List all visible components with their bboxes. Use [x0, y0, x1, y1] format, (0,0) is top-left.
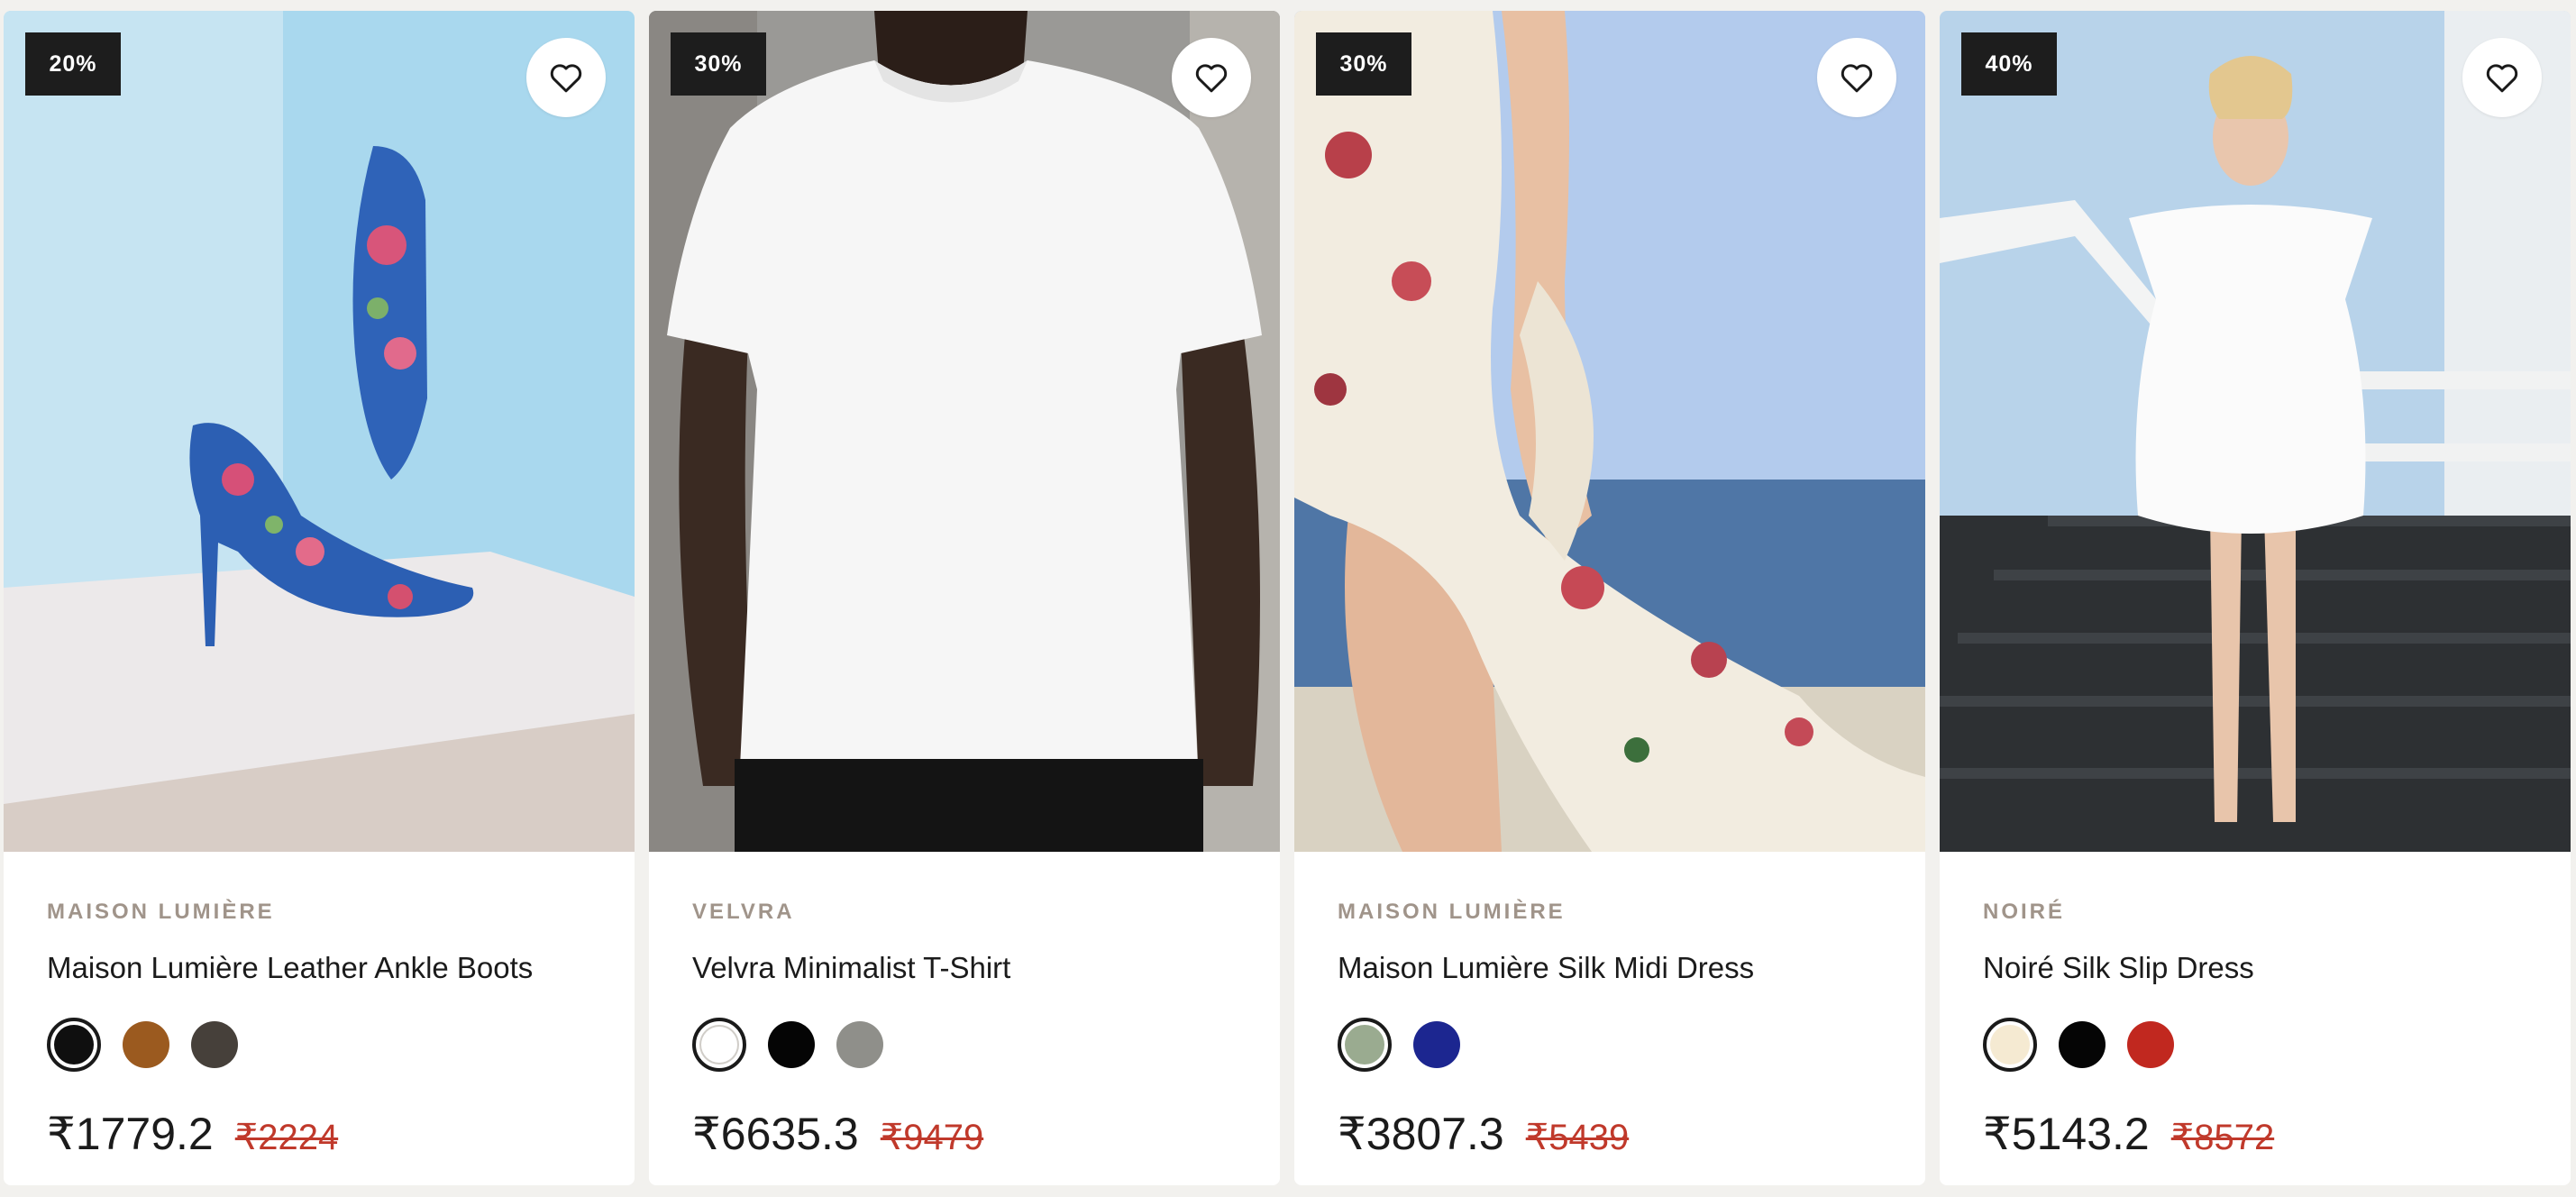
- product-photo-floral-dress: [1294, 11, 1925, 852]
- wishlist-button[interactable]: [2462, 38, 2542, 117]
- original-price: ₹5439: [1525, 1118, 1630, 1157]
- product-card[interactable]: 30% MAISON LUMIÈRE Maison Lumière Silk M…: [1294, 11, 1925, 1185]
- product-name[interactable]: Velvra Minimalist T-Shirt: [692, 949, 1237, 987]
- color-swatch[interactable]: [1983, 1018, 2037, 1072]
- heart-outline-icon: [550, 64, 582, 93]
- color-swatches: [1338, 1018, 1882, 1072]
- sale-price: ₹6635.3: [692, 1109, 859, 1159]
- heart-outline-icon: [2486, 64, 2518, 93]
- color-swatch[interactable]: [768, 1021, 815, 1068]
- brand-name: NOIRÉ: [1983, 900, 2066, 924]
- wishlist-button[interactable]: [1172, 38, 1251, 117]
- product-image[interactable]: 20%: [4, 11, 635, 852]
- original-price: ₹9479: [880, 1118, 984, 1157]
- product-card[interactable]: 20% MAISON LUMIÈRE Maison Lumière Leathe…: [4, 11, 635, 1185]
- wishlist-button[interactable]: [526, 38, 606, 117]
- product-name[interactable]: Maison Lumière Silk Midi Dress: [1338, 949, 1882, 987]
- heart-outline-icon: [1195, 64, 1228, 93]
- product-photo-heels: [4, 11, 635, 852]
- product-info: MAISON LUMIÈRE Maison Lumière Silk Midi …: [1294, 852, 1925, 1160]
- color-swatches: [1983, 1018, 2527, 1072]
- product-name[interactable]: Noiré Silk Slip Dress: [1983, 949, 2527, 987]
- product-card[interactable]: 30% VELVRA Velvra Minimalist T-Shirt ₹66…: [649, 11, 1280, 1185]
- price-row: ₹5143.2 ₹8572: [1983, 1108, 2527, 1160]
- product-photo-white-dress: [1940, 11, 2571, 852]
- product-image[interactable]: 40%: [1940, 11, 2571, 852]
- color-swatches: [47, 1018, 591, 1072]
- price-row: ₹1779.2 ₹2224: [47, 1108, 591, 1160]
- product-photo-tshirt: [649, 11, 1280, 852]
- brand-name: VELVRA: [692, 900, 795, 924]
- discount-badge: 30%: [1316, 32, 1411, 96]
- sale-price: ₹1779.2: [47, 1109, 214, 1159]
- color-swatch[interactable]: [2059, 1021, 2106, 1068]
- color-swatch[interactable]: [123, 1021, 169, 1068]
- product-info: NOIRÉ Noiré Silk Slip Dress ₹5143.2 ₹857…: [1940, 852, 2571, 1160]
- color-swatches: [692, 1018, 1237, 1072]
- product-name[interactable]: Maison Lumière Leather Ankle Boots: [47, 949, 591, 987]
- brand-name: MAISON LUMIÈRE: [47, 900, 275, 924]
- color-swatch[interactable]: [836, 1021, 883, 1068]
- color-swatch[interactable]: [1413, 1021, 1460, 1068]
- color-swatch[interactable]: [1338, 1018, 1392, 1072]
- product-image[interactable]: 30%: [1294, 11, 1925, 852]
- product-info: MAISON LUMIÈRE Maison Lumière Leather An…: [4, 852, 635, 1160]
- discount-badge: 20%: [25, 32, 121, 96]
- color-swatch[interactable]: [2127, 1021, 2174, 1068]
- product-grid: 20% MAISON LUMIÈRE Maison Lumière Leathe…: [4, 11, 2571, 1185]
- product-info: VELVRA Velvra Minimalist T-Shirt ₹6635.3…: [649, 852, 1280, 1160]
- product-card[interactable]: 40% NOIRÉ Noiré Silk Slip Dress ₹5143.2 …: [1940, 11, 2571, 1185]
- sale-price: ₹5143.2: [1983, 1109, 2150, 1159]
- sale-price: ₹3807.3: [1338, 1109, 1504, 1159]
- heart-outline-icon: [1841, 64, 1873, 93]
- discount-badge: 40%: [1961, 32, 2057, 96]
- wishlist-button[interactable]: [1817, 38, 1896, 117]
- brand-name: MAISON LUMIÈRE: [1338, 900, 1566, 924]
- original-price: ₹8572: [2170, 1118, 2275, 1157]
- color-swatch[interactable]: [47, 1018, 101, 1072]
- original-price: ₹2224: [234, 1118, 339, 1157]
- discount-badge: 30%: [671, 32, 766, 96]
- price-row: ₹6635.3 ₹9479: [692, 1108, 1237, 1160]
- color-swatch[interactable]: [692, 1018, 746, 1072]
- product-image[interactable]: 30%: [649, 11, 1280, 852]
- price-row: ₹3807.3 ₹5439: [1338, 1108, 1882, 1160]
- color-swatch[interactable]: [191, 1021, 238, 1068]
